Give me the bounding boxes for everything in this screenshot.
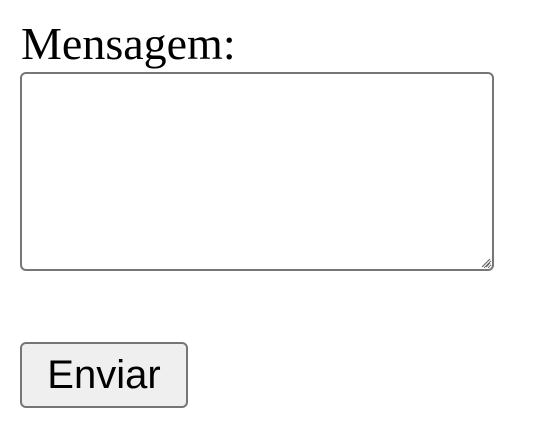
message-label: Mensagem:: [21, 18, 236, 69]
message-form: Mensagem: Enviar: [0, 0, 548, 442]
message-textarea[interactable]: [20, 72, 494, 271]
submit-button[interactable]: Enviar: [20, 342, 188, 408]
